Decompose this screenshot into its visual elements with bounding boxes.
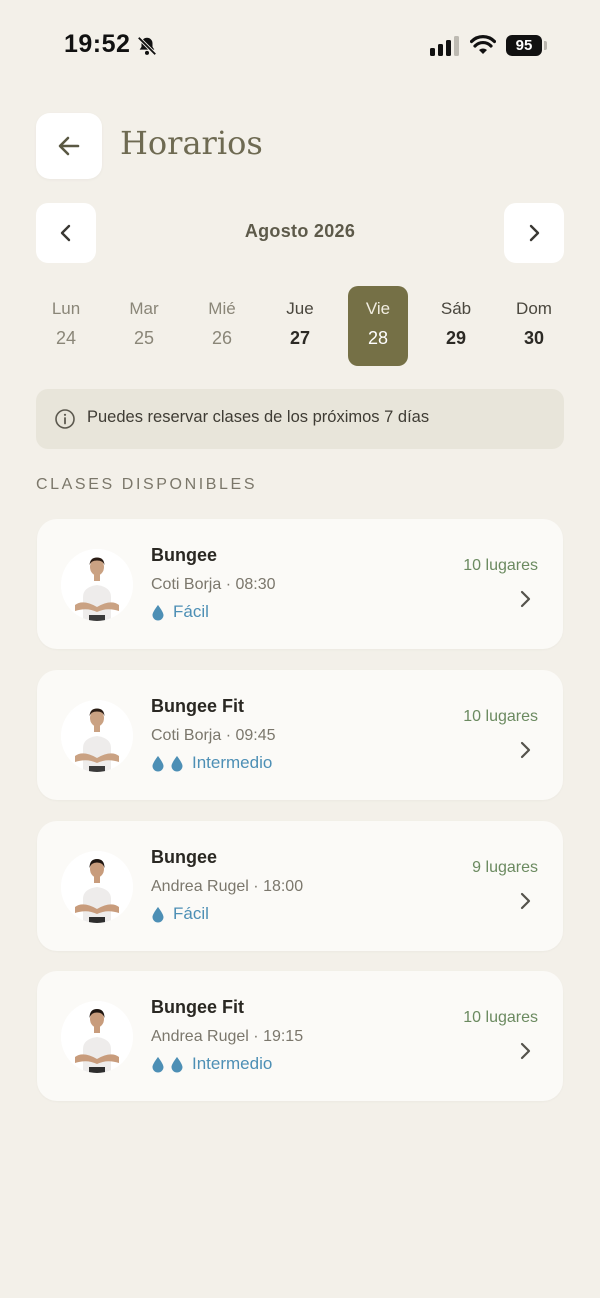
day-name: Jue	[286, 299, 314, 318]
water-drop-icon	[171, 755, 183, 771]
day-sat[interactable]: Sáb 29	[426, 286, 486, 366]
section-heading: CLASES DISPONIBLES	[36, 476, 258, 493]
day-name: Lun	[51, 299, 81, 318]
back-button[interactable]	[36, 113, 102, 179]
class-level: Fácil	[151, 602, 209, 622]
class-card[interactable]: Bungee Fit Andrea Rugel · 19:15 Intermed…	[37, 971, 563, 1101]
day-number: 28	[367, 328, 389, 348]
day-name: Vie	[365, 299, 391, 318]
class-card[interactable]: Bungee Fit Coti Borja · 09:45 Intermedio…	[37, 670, 563, 800]
instructor-photo	[61, 1001, 133, 1073]
status-time: 19:52	[64, 30, 131, 58]
info-banner: Puedes reservar clases de los próximos 7…	[36, 389, 564, 449]
day-number: 29	[445, 328, 467, 348]
month-label: Agosto 2026	[244, 221, 356, 241]
day-number: 27	[289, 328, 311, 348]
chevron-right-icon	[520, 741, 531, 759]
class-level: Intermedio	[151, 1054, 272, 1074]
day-number: 25	[133, 328, 155, 348]
water-drop-icon	[152, 604, 164, 620]
class-instructor-time: Coti Borja · 08:30	[151, 576, 276, 593]
available-spots: 10 lugares	[463, 708, 538, 725]
level-label: Fácil	[173, 602, 209, 621]
instructor-photo	[61, 549, 133, 621]
info-text: Puedes reservar clases de los próximos 7…	[87, 408, 430, 426]
instructor-avatar	[61, 851, 133, 923]
chevron-right-icon	[520, 892, 531, 910]
previous-month-button[interactable]	[36, 203, 96, 263]
chevron-right-icon	[529, 224, 540, 242]
day-number: 26	[211, 328, 233, 348]
arrow-left-icon	[58, 136, 80, 156]
class-card[interactable]: Bungee Andrea Rugel · 18:00 Fácil 9 luga…	[37, 821, 563, 951]
level-label: Fácil	[173, 904, 209, 923]
instructor-avatar	[61, 1001, 133, 1073]
instructor-avatar	[61, 549, 133, 621]
day-number: 24	[55, 328, 77, 348]
chevron-left-icon	[60, 224, 71, 242]
class-name: Bungee Fit	[151, 696, 244, 716]
battery-indicator: 95	[506, 35, 542, 56]
day-name: Mar	[129, 299, 159, 318]
instructor-photo	[61, 851, 133, 923]
battery-tip	[544, 41, 547, 50]
available-spots: 10 lugares	[463, 1009, 538, 1026]
class-name: Bungee	[151, 545, 218, 565]
class-level: Intermedio	[151, 753, 272, 773]
level-label: Intermedio	[192, 753, 273, 772]
water-drop-icon	[152, 755, 164, 771]
instructor-avatar	[61, 700, 133, 772]
month-navigator: Agosto 2026	[36, 203, 564, 263]
day-tue[interactable]: Mar 25	[114, 286, 174, 366]
day-thu[interactable]: Jue 27	[270, 286, 330, 366]
day-name: Dom	[516, 299, 552, 318]
water-drop-icon	[152, 906, 164, 922]
cellular-signal-icon	[430, 36, 459, 56]
water-drop-icon	[171, 1056, 183, 1072]
day-fri-selected[interactable]: Vie 28	[348, 286, 408, 366]
available-spots: 10 lugares	[463, 557, 538, 574]
class-card[interactable]: Bungee Coti Borja · 08:30 Fácil 10 lugar…	[37, 519, 563, 649]
status-bar: 19:52 95	[0, 0, 600, 92]
next-month-button[interactable]	[504, 203, 564, 263]
page-title: Horarios	[120, 124, 263, 162]
day-mon[interactable]: Lun 24	[36, 286, 96, 366]
day-number: 30	[523, 328, 545, 348]
level-label: Intermedio	[192, 1054, 273, 1073]
day-wed[interactable]: Mié 26	[192, 286, 252, 366]
day-sun[interactable]: Dom 30	[504, 286, 564, 366]
info-icon	[55, 409, 75, 429]
class-level: Fácil	[151, 904, 209, 924]
bell-off-icon	[137, 36, 157, 56]
day-selector: Lun 24 Mar 25 Mié 26 Jue 27 Vie 28 Sáb 2…	[36, 286, 564, 366]
chevron-right-icon	[520, 590, 531, 608]
available-spots: 9 lugares	[472, 859, 538, 876]
class-instructor-time: Andrea Rugel · 18:00	[151, 878, 304, 895]
day-name: Sáb	[440, 299, 472, 318]
class-instructor-time: Andrea Rugel · 19:15	[151, 1028, 304, 1045]
wifi-icon	[470, 35, 496, 54]
class-name: Bungee Fit	[151, 997, 244, 1017]
instructor-photo	[61, 700, 133, 772]
water-drop-icon	[152, 1056, 164, 1072]
class-name: Bungee	[151, 847, 218, 867]
chevron-right-icon	[520, 1042, 531, 1060]
day-name: Mié	[208, 299, 236, 318]
class-instructor-time: Coti Borja · 09:45	[151, 727, 276, 744]
